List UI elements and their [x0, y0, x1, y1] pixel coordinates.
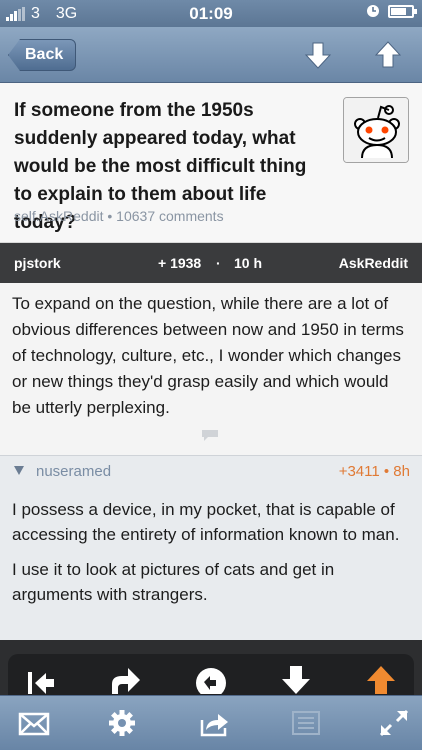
gear-icon[interactable] [106, 708, 138, 738]
up-arrow-icon[interactable] [370, 37, 406, 73]
comment-score: +3411 • 8h [338, 463, 410, 480]
share-icon[interactable] [198, 708, 230, 738]
fullscreen-icon[interactable] [378, 708, 410, 738]
collapse-triangle-icon[interactable] [14, 466, 24, 475]
status-icons [366, 4, 417, 18]
post-score: + 1938 [158, 255, 202, 271]
post-author[interactable]: pjstork [14, 255, 61, 271]
collapse-to-parent-icon[interactable] [24, 664, 58, 694]
down-arrow-icon[interactable] [300, 37, 336, 73]
comment-action-bar [0, 640, 422, 695]
comment-paragraph: I possess a device, in my pocket, that i… [12, 500, 400, 544]
undo-icon[interactable] [194, 664, 228, 694]
subreddit-link[interactable]: AskReddit [339, 255, 408, 271]
list-icon[interactable] [290, 708, 322, 738]
battery-icon [388, 4, 417, 18]
post-meta: self.AskReddit • 10637 comments [14, 208, 224, 224]
navigation-bar: Back [0, 27, 422, 83]
post-thumbnail[interactable] [343, 97, 409, 163]
post-age: 10 h [234, 255, 263, 271]
comment-body: I possess a device, in my pocket, that i… [0, 487, 422, 640]
upvote-icon[interactable] [364, 664, 398, 694]
bottom-toolbar [0, 695, 422, 750]
post-domain[interactable]: self.AskReddit [14, 208, 103, 224]
post-header[interactable]: If someone from the 1950s suddenly appea… [0, 83, 422, 243]
comment-paragraph: I use it to look at pictures of cats and… [12, 560, 335, 604]
comment-count[interactable]: 10637 comments [116, 208, 223, 224]
clock: 01:09 [189, 4, 233, 23]
status-bar: 3 3G 01:09 [0, 0, 422, 27]
comment-author[interactable]: nuseramed [36, 463, 111, 480]
back-button[interactable]: Back [8, 39, 77, 71]
post-author-bar: pjstork + 1938 · 10 h AskReddit [0, 243, 422, 283]
reply-icon[interactable] [108, 664, 142, 694]
comment-bubble-icon [202, 430, 218, 441]
meta-separator: • [103, 208, 117, 224]
alarm-icon [367, 5, 379, 17]
comment-header[interactable]: nuseramed +3411 • 8h [0, 455, 422, 487]
mail-icon[interactable] [18, 708, 50, 738]
reddit-alien-icon [344, 98, 408, 162]
meta-dot: · [216, 255, 221, 271]
downvote-icon[interactable] [279, 664, 313, 694]
